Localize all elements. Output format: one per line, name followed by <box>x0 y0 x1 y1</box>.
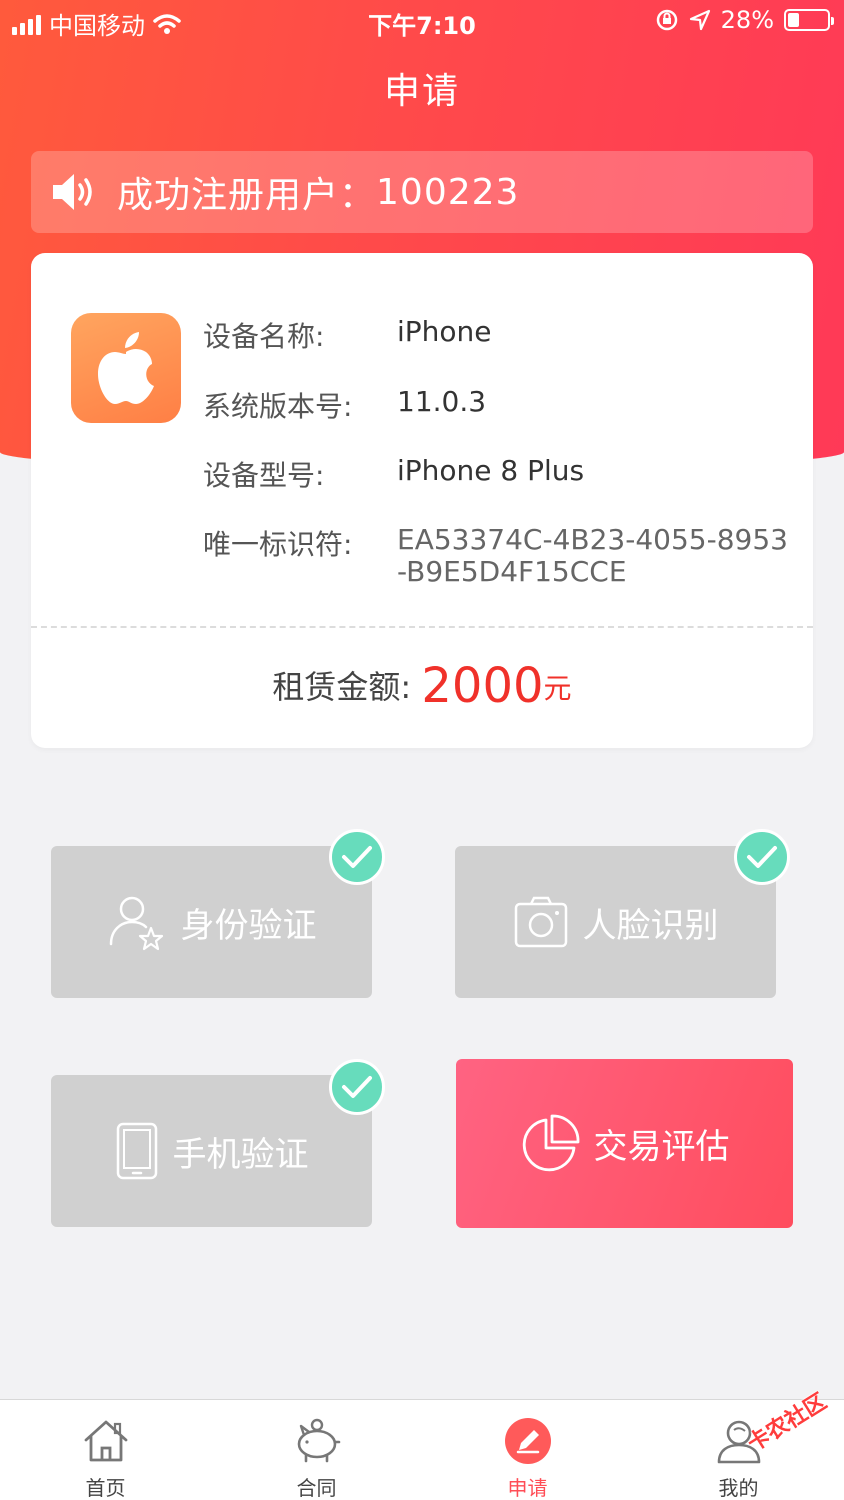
apple-logo-icon <box>71 313 181 423</box>
battery-fill <box>788 13 799 27</box>
piggy-bank-icon <box>297 1418 340 1463</box>
tab-home[interactable]: 首页 <box>0 1400 211 1500</box>
phone-verified-check-icon <box>329 1059 385 1115</box>
pencil-icon <box>504 1418 551 1464</box>
rental-amount-value: 2000 <box>421 658 544 714</box>
battery-icon <box>784 9 834 31</box>
tab-contract[interactable]: 合同 <box>211 1400 422 1500</box>
tab-contract-label: 合同 <box>296 1476 337 1500</box>
tab-mine-label: 我的 <box>718 1476 759 1500</box>
device-info-card: 设备名称: iPhone 系统版本号: 11.0.3 设备型号: iPhone … <box>31 253 813 748</box>
battery-percent: 28% <box>720 6 774 34</box>
identity-verified-check-icon <box>329 829 385 885</box>
speaker-icon <box>53 174 92 210</box>
status-bar: 中国移动 下午7:10 28% <box>0 0 844 42</box>
rental-amount: 租赁金额: 2000元 <box>31 658 813 714</box>
uuid-value-line2: -B9E5D4F15CCE <box>397 555 627 588</box>
transaction-assessment-label: 交易评估 <box>593 1127 730 1167</box>
face-recognition-button[interactable]: 人脸识别 <box>455 846 776 998</box>
device-model-key: 设备型号: <box>203 459 325 492</box>
rental-amount-label: 租赁金额: <box>272 668 412 706</box>
device-name-key: 设备名称: <box>203 320 325 353</box>
rental-amount-unit: 元 <box>543 672 572 705</box>
phone-icon <box>116 1122 157 1180</box>
dashed-divider <box>31 626 813 628</box>
tab-apply[interactable]: 申请 <box>422 1400 633 1500</box>
tab-home-label: 首页 <box>85 1476 126 1500</box>
page-title: 申请 <box>383 71 460 112</box>
phone-verify-label: 手机验证 <box>172 1134 309 1175</box>
uuid-value-line1: EA53374C-4B23-4055-8953 <box>397 523 788 556</box>
transaction-assessment-button[interactable]: 交易评估 <box>456 1059 793 1228</box>
uuid-key: 唯一标识符: <box>203 528 353 561</box>
phone-verify-button[interactable]: 手机验证 <box>51 1075 372 1227</box>
face-verified-check-icon <box>734 829 790 885</box>
registered-users-notice: 成功注册用户： 100223 <box>31 151 813 233</box>
user-star-icon <box>109 896 163 951</box>
notice-value: 100223 <box>376 171 520 213</box>
home-icon <box>84 1420 127 1462</box>
rotation-lock-icon <box>656 9 677 31</box>
face-recognition-label: 人脸识别 <box>582 905 719 946</box>
device-name-value: iPhone <box>397 315 492 348</box>
tab-bar: 首页 合同 申请 我的 <box>0 1399 844 1500</box>
identity-verify-label: 身份验证 <box>180 905 317 946</box>
camera-icon <box>514 896 567 948</box>
pie-chart-icon <box>522 1114 579 1171</box>
location-icon <box>689 9 710 31</box>
tab-apply-label: 申请 <box>507 1476 548 1500</box>
os-version-value: 11.0.3 <box>397 385 487 418</box>
device-model-value: iPhone 8 Plus <box>397 454 585 487</box>
identity-verify-button[interactable]: 身份验证 <box>51 846 372 998</box>
os-version-key: 系统版本号: <box>203 390 353 423</box>
notice-label: 成功注册用户： <box>117 175 377 216</box>
